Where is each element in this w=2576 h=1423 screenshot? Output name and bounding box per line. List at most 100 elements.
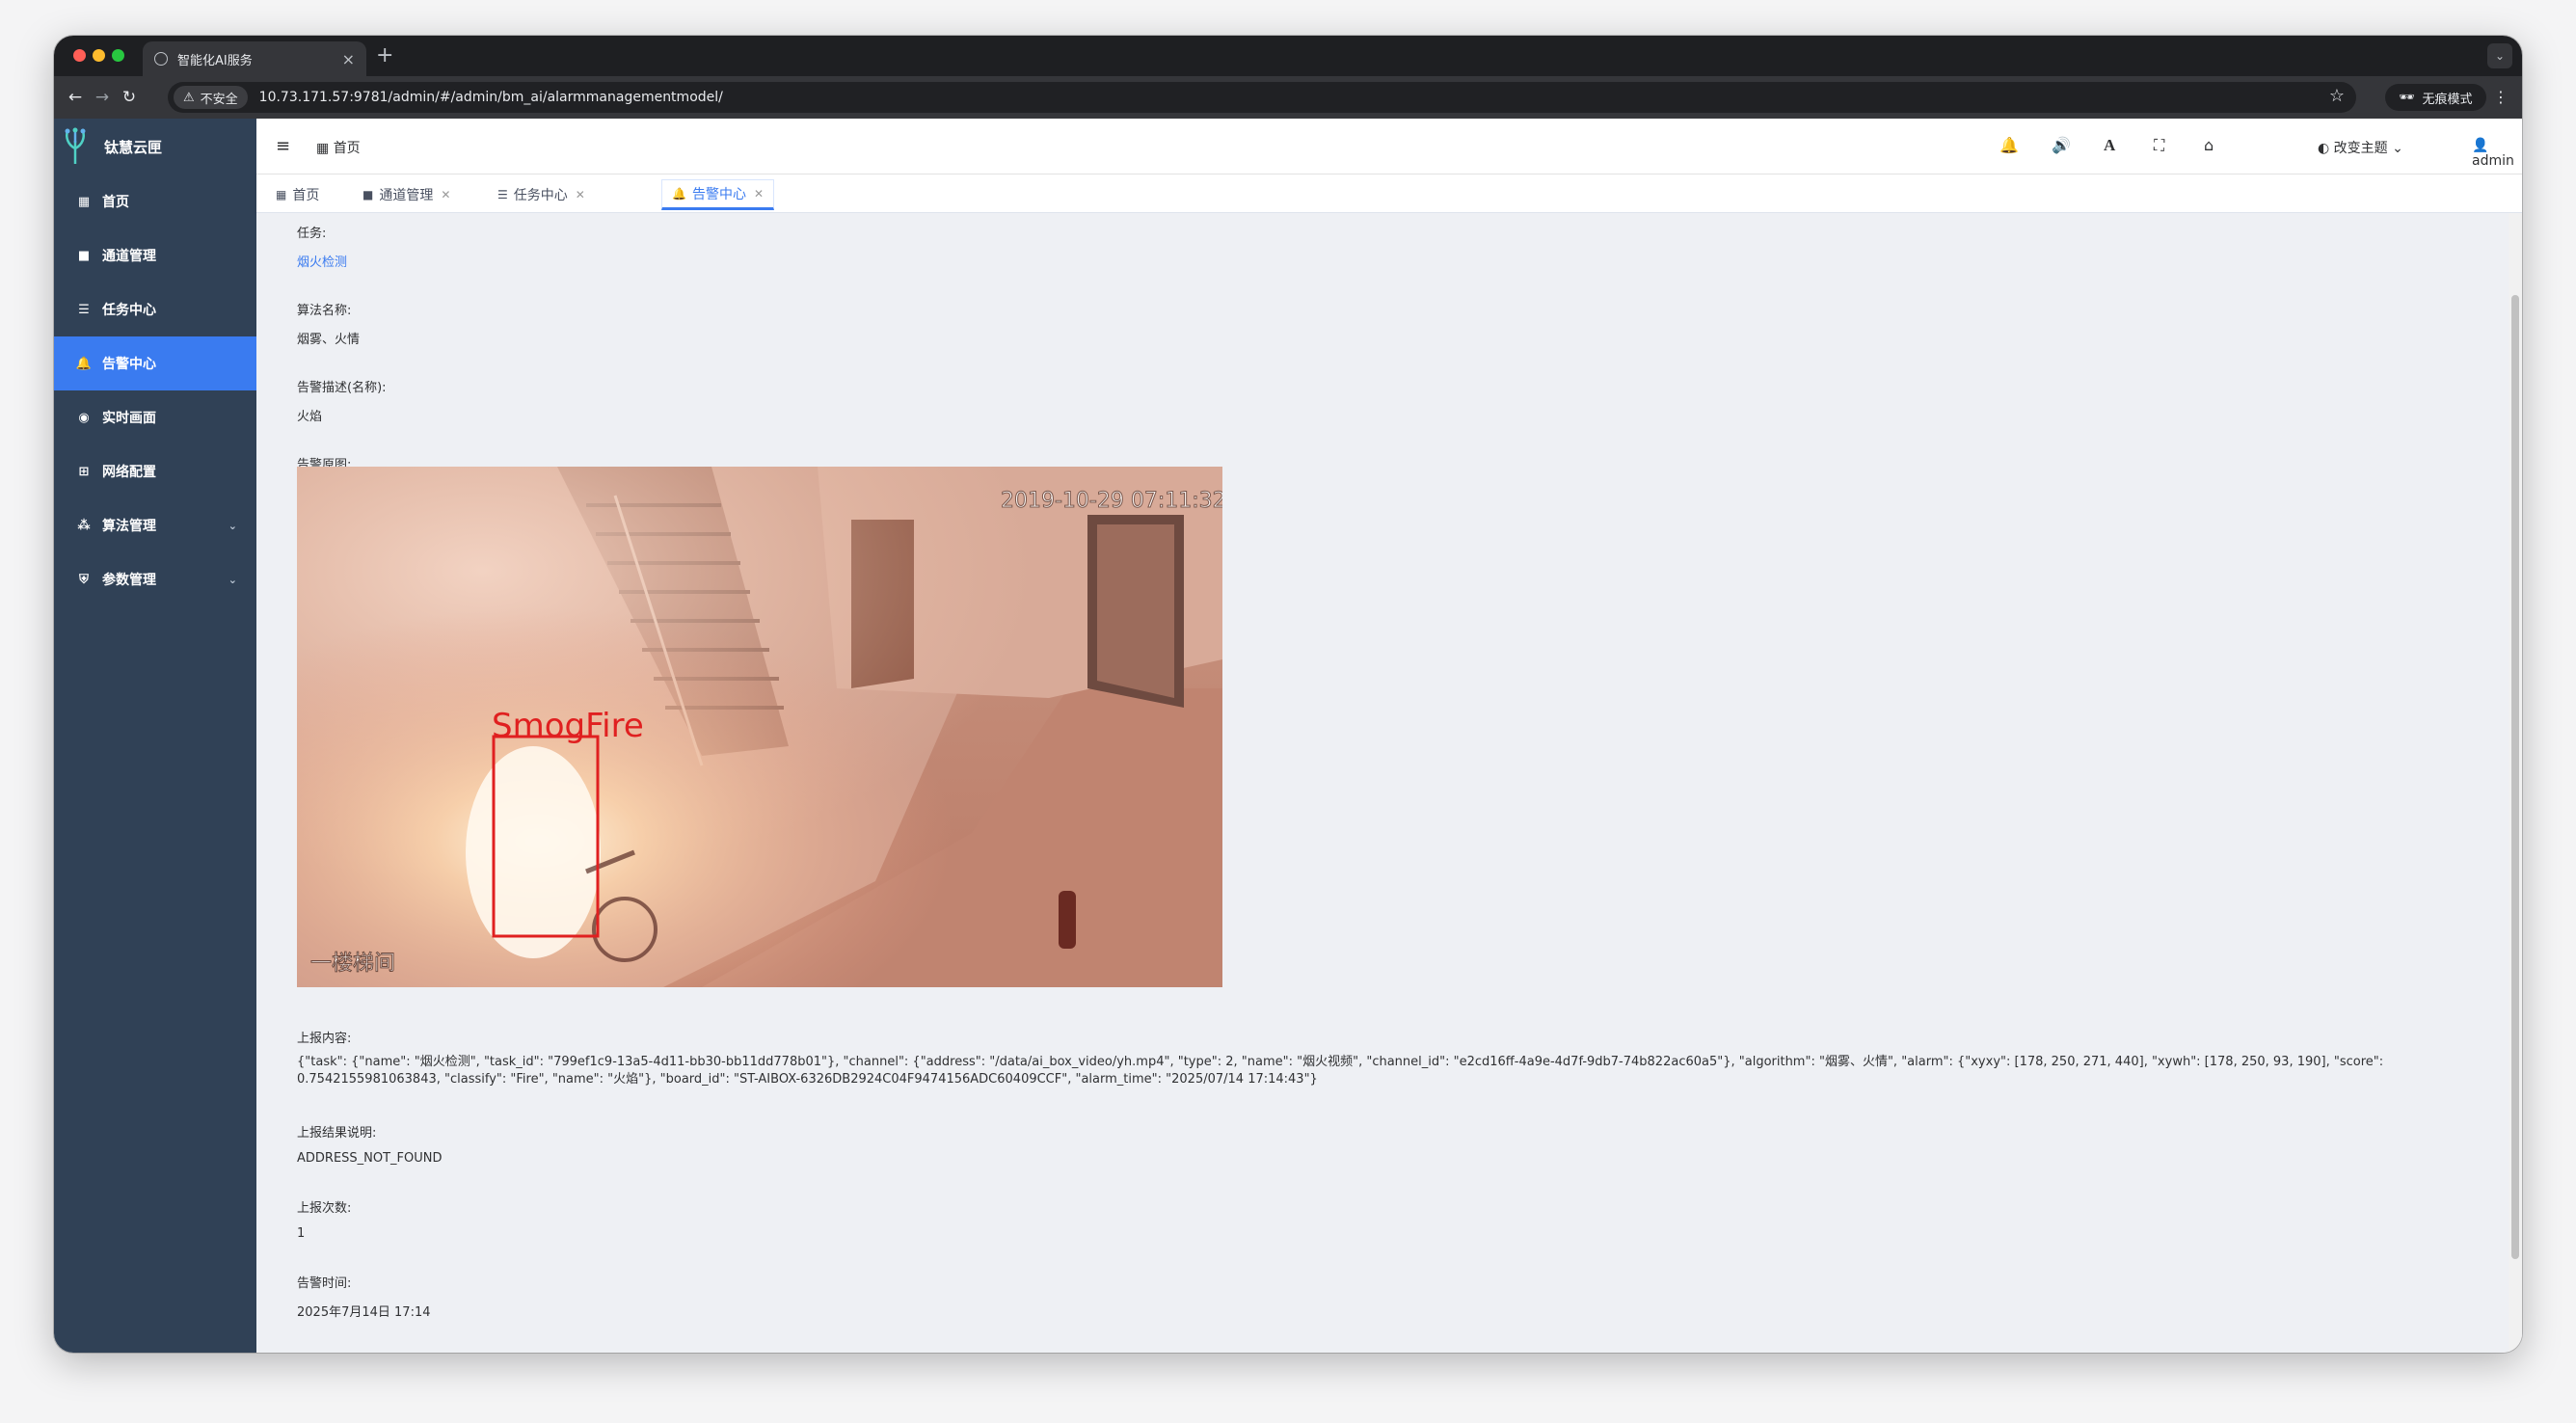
- brand[interactable]: 钛慧云匣: [54, 119, 256, 175]
- tag-label: 任务中心: [513, 188, 568, 203]
- tag-tasks[interactable]: ☰ 任务中心 ✕: [488, 179, 595, 210]
- server-icon: ☰: [78, 302, 90, 317]
- browser-tabbar: 智能化AI服务 × + ⌄: [54, 36, 2522, 76]
- theme-dropdown[interactable]: ◐ 改变主题 ⌄: [2318, 138, 2403, 157]
- scrollbar[interactable]: [2509, 213, 2522, 1353]
- sidebar-item-home[interactable]: ▦ 首页: [54, 175, 256, 228]
- minimize-window-button[interactable]: [93, 49, 105, 62]
- fullscreen-icon[interactable]: ⛶: [2154, 136, 2164, 155]
- time-label: 告警时间:: [297, 1276, 352, 1291]
- hamburger-icon[interactable]: ≡: [276, 136, 290, 156]
- alarm-image[interactable]: SmogFire 2019-10-29 07:11:32 一楼梯间: [297, 467, 1222, 987]
- time-value: 2025年7月14日 17:14: [297, 1305, 431, 1320]
- cubes-icon: ⁂: [77, 518, 91, 533]
- tag-channels[interactable]: ■ 通道管理 ✕: [353, 179, 460, 210]
- alarm-frame: SmogFire 2019-10-29 07:11:32 一楼梯间: [297, 467, 1222, 987]
- reload-icon[interactable]: ↻: [118, 86, 141, 109]
- bell-icon[interactable]: 🔔: [1999, 136, 2019, 154]
- security-chip[interactable]: ⚠ 不安全: [174, 86, 248, 109]
- shield-icon: ⛨: [79, 572, 89, 587]
- sidebar-item-tasks[interactable]: ☰ 任务中心: [54, 282, 256, 336]
- report-content: {"task": {"name": "烟火检测", "task_id": "79…: [297, 1055, 2384, 1087]
- bell-icon: 🔔: [672, 187, 686, 201]
- task-link[interactable]: 烟火检测: [297, 252, 347, 270]
- video-camera-icon: ■: [77, 248, 91, 263]
- chevron-down-icon: ⌄: [228, 519, 237, 532]
- sidebar-item-channels[interactable]: ■ 通道管理: [54, 228, 256, 282]
- browser-tab[interactable]: 智能化AI服务 ×: [143, 41, 366, 76]
- description-value: 火焰: [297, 410, 323, 424]
- address-bar[interactable]: ⚠ 不安全 10.73.171.57:9781/admin/#/admin/bm…: [168, 82, 2356, 113]
- tag-label: 通道管理: [379, 188, 434, 203]
- tab-close-icon[interactable]: ×: [342, 50, 355, 68]
- description-label: 告警描述(名称):: [297, 381, 387, 395]
- sidebar-item-alarms[interactable]: 🔔 告警中心: [54, 336, 256, 390]
- bookmark-star-icon[interactable]: ☆: [2329, 86, 2345, 106]
- browser-window: 智能化AI服务 × + ⌄ ← → ↻ ⚠ 不安全 10.73.171.57:9…: [54, 36, 2522, 1353]
- brand-name: 钛慧云匣: [104, 138, 163, 156]
- tag-label: 首页: [292, 188, 320, 203]
- palette-icon: ◐: [2318, 141, 2330, 156]
- sidebar: 钛慧云匣 ▦ 首页 ■ 通道管理 ☰ 任务中心 🔔 告警中心 ◉ 实时画面 ⊞ …: [54, 119, 256, 1353]
- sidebar-item-algorithms[interactable]: ⁂ 算法管理 ⌄: [54, 498, 256, 552]
- incognito-label: 无痕模式: [2422, 92, 2473, 107]
- warning-triangle-icon: ⚠: [183, 90, 195, 105]
- tags-bar: ▦ 首页 ■ 通道管理 ✕ ☰ 任务中心 ✕ 🔔 告警中心 ✕: [256, 175, 2522, 213]
- font-size-icon[interactable]: A: [2104, 136, 2115, 155]
- tag-close-icon[interactable]: ✕: [576, 188, 585, 201]
- back-arrow-icon[interactable]: ←: [64, 86, 87, 109]
- camera-watermark: 一楼梯间: [310, 952, 395, 976]
- dashboard-icon: ▦: [276, 188, 287, 201]
- tag-close-icon[interactable]: ✕: [754, 187, 764, 201]
- browser-menu-icon[interactable]: ⋮: [2493, 88, 2509, 106]
- sidebar-item-label: 通道管理: [102, 249, 156, 264]
- forward-arrow-icon[interactable]: →: [91, 86, 114, 109]
- tag-home[interactable]: ▦ 首页: [266, 179, 329, 210]
- network-icon: ⊞: [78, 464, 90, 479]
- browser-tab-title: 智能化AI服务: [177, 53, 253, 68]
- incognito-icon: 🕶: [2399, 90, 2415, 105]
- sidebar-item-network[interactable]: ⊞ 网络配置: [54, 444, 256, 498]
- sidebar-item-live-view[interactable]: ◉ 实时画面: [54, 390, 256, 444]
- dashboard-icon: ▦: [77, 194, 91, 209]
- eye-icon: ◉: [78, 410, 90, 425]
- browser-toolbar: ← → ↻ ⚠ 不安全 10.73.171.57:9781/admin/#/ad…: [54, 76, 2522, 119]
- sidebar-item-label: 实时画面: [102, 411, 156, 426]
- chevron-down-icon: ⌄: [2392, 141, 2403, 156]
- scrollbar-thumb[interactable]: [2511, 295, 2519, 1259]
- server-icon: ☰: [497, 188, 508, 201]
- report-label: 上报内容:: [297, 1032, 352, 1046]
- tag-alarms[interactable]: 🔔 告警中心 ✕: [661, 179, 775, 210]
- tag-label: 告警中心: [691, 187, 746, 202]
- bell-icon: 🔔: [75, 356, 93, 371]
- logo-icon: [65, 127, 86, 164]
- incognito-badge[interactable]: 🕶 无痕模式: [2385, 84, 2486, 111]
- volume-icon[interactable]: 🔊: [2052, 136, 2071, 154]
- tab-search-chevron-icon[interactable]: ⌄: [2487, 43, 2512, 68]
- user-name: admin: [2472, 153, 2514, 169]
- tag-close-icon[interactable]: ✕: [441, 188, 450, 201]
- home-icon[interactable]: ⌂: [2204, 136, 2214, 154]
- user-icon: 👤: [2472, 138, 2489, 153]
- url-text[interactable]: 10.73.171.57:9781/admin/#/admin/bm_ai/al…: [259, 90, 723, 105]
- count-value: 1: [297, 1226, 306, 1241]
- sidebar-item-parameters[interactable]: ⛨ 参数管理 ⌄: [54, 552, 256, 606]
- video-camera-icon: ■: [362, 188, 374, 201]
- detection-label: SmogFire: [492, 707, 644, 745]
- close-window-button[interactable]: [73, 49, 86, 62]
- sidebar-item-label: 算法管理: [102, 519, 156, 534]
- task-label: 任务:: [297, 227, 327, 241]
- result-label: 上报结果说明:: [297, 1126, 377, 1141]
- zoom-window-button[interactable]: [112, 49, 124, 62]
- algorithm-value: 烟雾、火情: [297, 333, 361, 347]
- new-tab-button[interactable]: +: [376, 43, 393, 67]
- result-value: ADDRESS_NOT_FOUND: [297, 1151, 443, 1166]
- breadcrumb-label: 首页: [333, 141, 361, 156]
- sidebar-item-label: 告警中心: [102, 357, 156, 372]
- theme-label: 改变主题: [2333, 141, 2388, 156]
- sidebar-item-label: 首页: [102, 195, 129, 210]
- dashboard-icon: ▦: [316, 141, 330, 156]
- sidebar-item-label: 参数管理: [102, 573, 156, 588]
- breadcrumb[interactable]: ▦ 首页: [316, 138, 361, 157]
- chevron-down-icon: ⌄: [228, 573, 237, 586]
